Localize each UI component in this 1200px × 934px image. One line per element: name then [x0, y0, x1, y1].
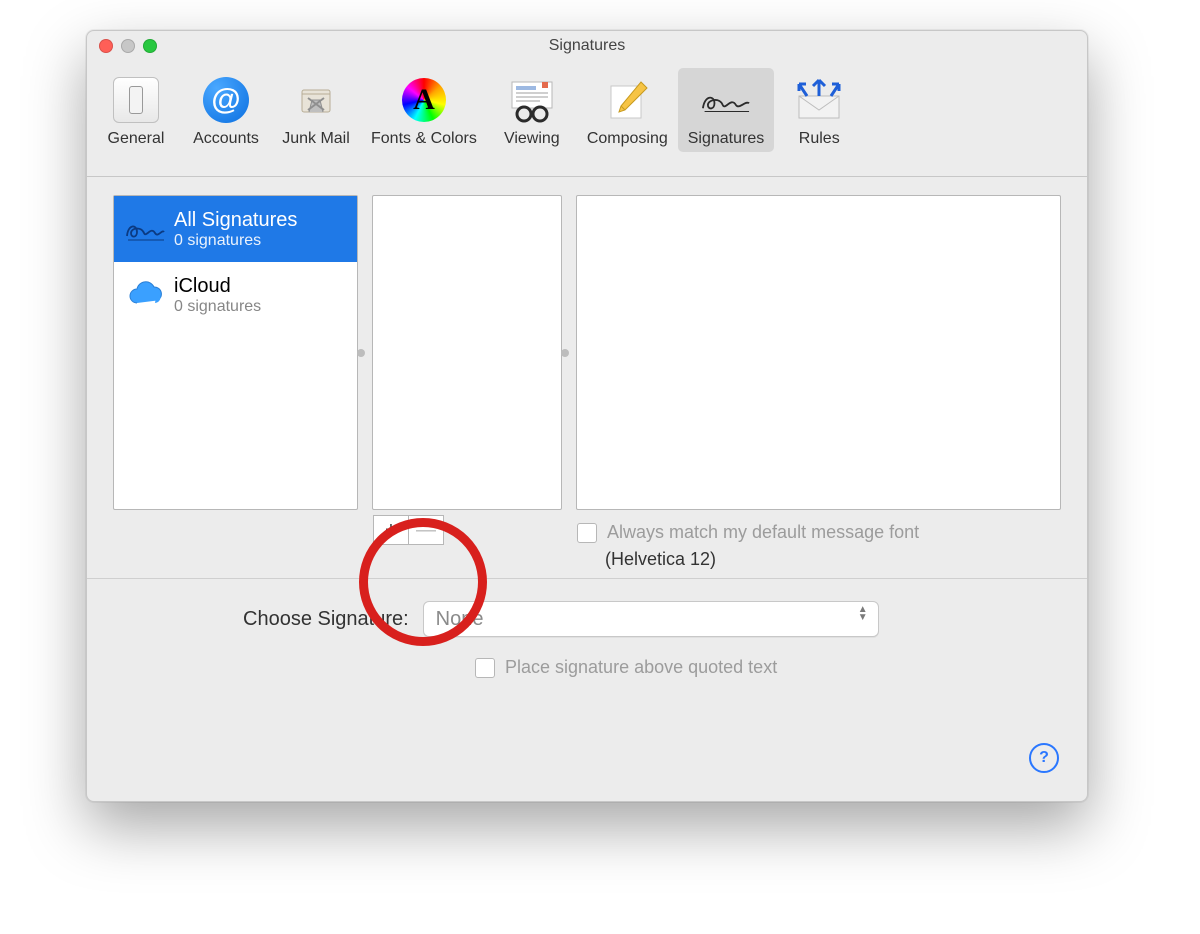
tab-label: Accounts	[193, 130, 259, 148]
minus-icon: —	[416, 519, 436, 542]
place-above-row: Place signature above quoted text	[475, 657, 1061, 678]
tab-label: Rules	[799, 130, 840, 148]
tab-fonts-colors[interactable]: Fonts & Colors	[361, 68, 487, 152]
help-button[interactable]: ?	[1029, 743, 1059, 773]
account-row-icloud[interactable]: iCloud 0 signatures	[114, 262, 357, 328]
junk-mail-icon	[288, 72, 344, 128]
signature-list-panel[interactable]: + —	[372, 195, 562, 510]
place-above-label: Place signature above quoted text	[505, 657, 777, 678]
place-above-checkbox	[475, 658, 495, 678]
choose-signature-label: Choose Signature:	[243, 608, 409, 631]
tab-general[interactable]: General	[91, 68, 181, 152]
section-divider	[87, 578, 1087, 579]
general-icon	[108, 72, 164, 128]
tab-signatures[interactable]: Signatures	[678, 68, 775, 152]
account-row-all[interactable]: All Signatures 0 signatures	[114, 196, 357, 262]
chevron-updown-icon: ▲▼	[858, 606, 868, 622]
tab-accounts[interactable]: @ Accounts	[181, 68, 271, 152]
tab-composing[interactable]: Composing	[577, 68, 678, 152]
window-title: Signatures	[87, 37, 1087, 55]
composing-icon	[599, 72, 655, 128]
titlebar: Signatures	[87, 31, 1087, 62]
tab-label: Junk Mail	[282, 130, 350, 148]
match-font-checkbox	[577, 523, 597, 543]
viewing-icon	[504, 72, 560, 128]
select-value: None	[436, 608, 484, 631]
fonts-colors-icon	[396, 72, 452, 128]
preferences-window: Signatures General @ Accounts Junk Mail …	[86, 30, 1088, 802]
account-subtitle: 0 signatures	[174, 298, 261, 316]
account-title: All Signatures	[174, 209, 297, 232]
choose-signature-row: Choose Signature: None ▲▼	[243, 601, 1061, 637]
tab-junk-mail[interactable]: Junk Mail	[271, 68, 361, 152]
choose-signature-select[interactable]: None ▲▼	[423, 601, 879, 637]
match-font-label: Always match my default message font	[607, 522, 919, 543]
signatures-content: All Signatures 0 signatures iCloud 0 sig…	[87, 177, 1087, 802]
default-font-detail: (Helvetica 12)	[605, 549, 1060, 570]
rules-icon	[791, 72, 847, 128]
account-subtitle: 0 signatures	[174, 232, 297, 250]
add-remove-buttons: + —	[373, 515, 444, 545]
accounts-panel[interactable]: All Signatures 0 signatures iCloud 0 sig…	[113, 195, 358, 510]
accounts-icon: @	[198, 72, 254, 128]
pane-resize-handle[interactable]	[357, 349, 365, 357]
tab-label: Signatures	[688, 130, 765, 148]
tab-label: Fonts & Colors	[371, 130, 477, 148]
signatures-icon	[698, 72, 754, 128]
tab-label: Viewing	[504, 130, 560, 148]
tab-label: Composing	[587, 130, 668, 148]
match-font-checkbox-row: Always match my default message font	[577, 522, 1060, 543]
match-font-row: Always match my default message font (He…	[577, 522, 1060, 570]
preferences-toolbar: General @ Accounts Junk Mail Fonts & Col…	[87, 62, 1087, 177]
signature-editor-panel[interactable]: Always match my default message font (He…	[576, 195, 1061, 510]
tab-viewing[interactable]: Viewing	[487, 68, 577, 152]
remove-signature-button: —	[409, 515, 444, 545]
icloud-icon	[124, 274, 166, 316]
account-title: iCloud	[174, 275, 261, 298]
tab-rules[interactable]: Rules	[774, 68, 864, 152]
add-signature-button[interactable]: +	[373, 515, 409, 545]
plus-icon: +	[385, 519, 397, 542]
three-pane-layout: All Signatures 0 signatures iCloud 0 sig…	[113, 195, 1061, 510]
pane-resize-handle[interactable]	[561, 349, 569, 357]
help-icon: ?	[1039, 749, 1049, 767]
signature-icon	[124, 208, 166, 250]
tab-label: General	[108, 130, 165, 148]
